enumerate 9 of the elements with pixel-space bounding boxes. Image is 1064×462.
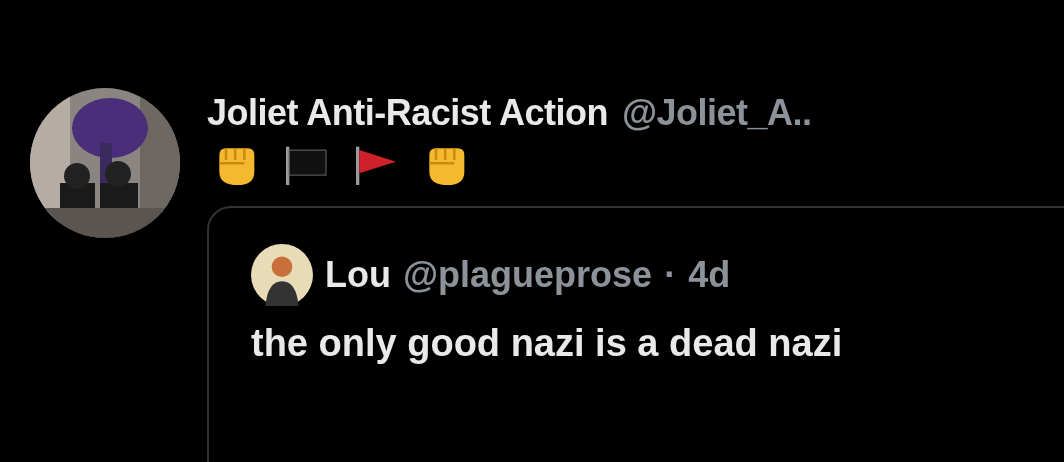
separator-dot: · bbox=[664, 254, 677, 296]
quote-author-handle[interactable]: @plagueprose bbox=[403, 254, 653, 296]
author-name[interactable]: Joliet Anti-Racist Action bbox=[207, 92, 608, 134]
avatar-icon bbox=[251, 244, 313, 306]
quote-text: the only good nazi is a dead nazi bbox=[251, 322, 844, 365]
quote-card[interactable]: Lou @plagueprose · 4d the only good nazi is a dead nazi bbox=[207, 206, 1064, 462]
post-time: 4d bbox=[688, 254, 731, 296]
quote-author-name[interactable]: Lou bbox=[325, 254, 391, 296]
author-handle[interactable]: @Joliet_A.. bbox=[621, 92, 812, 134]
